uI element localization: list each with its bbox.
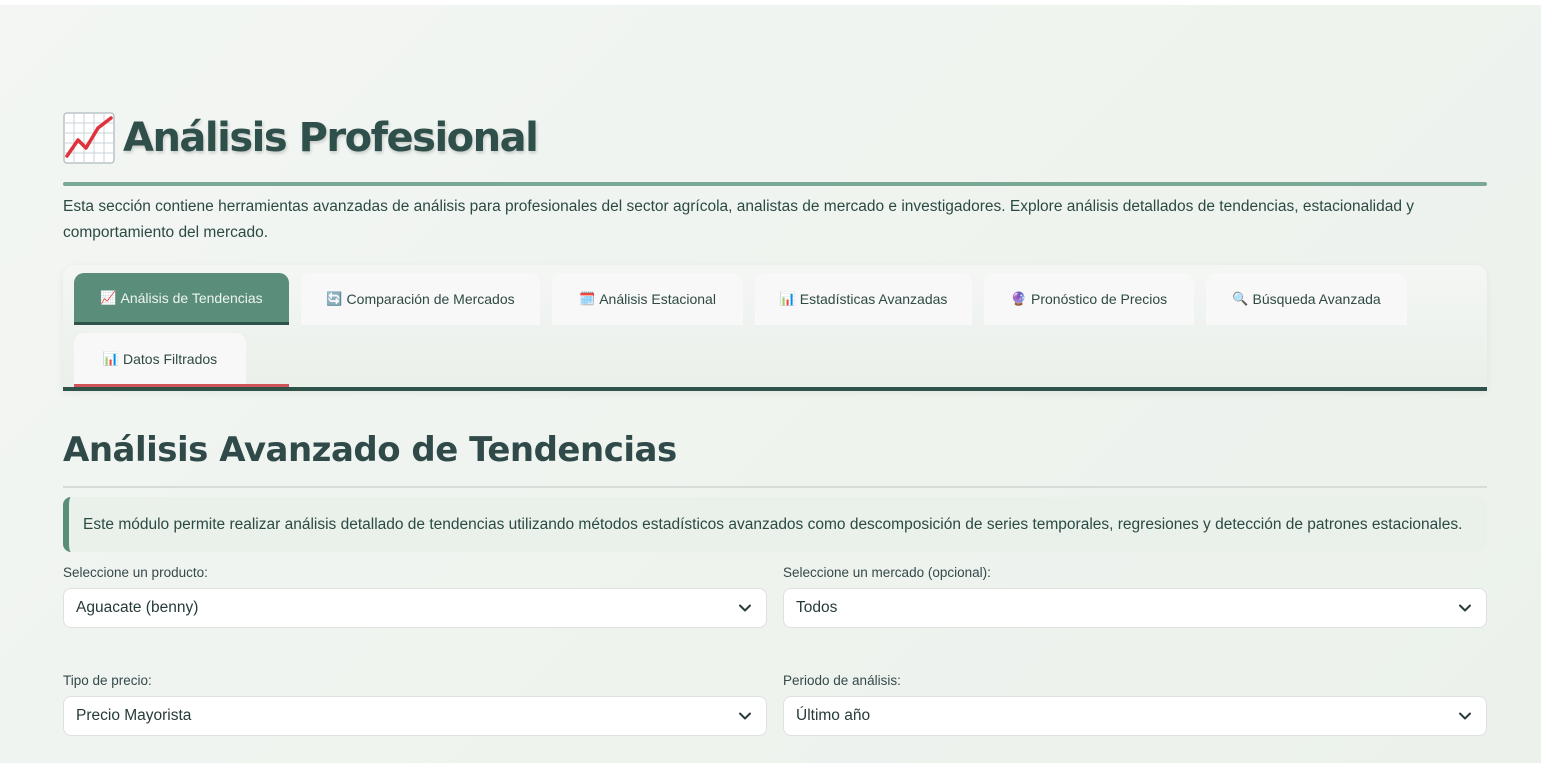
product-label: Seleccione un producto: xyxy=(63,565,208,580)
product-field: Seleccione un producto: Aguacate (benny) xyxy=(63,565,767,628)
section-title: Análisis Avanzado de Tendencias xyxy=(63,430,677,470)
tab-busqueda-avanzada[interactable]: 🔍 Búsqueda Avanzada xyxy=(1206,273,1407,325)
tab-pronostico-precios[interactable]: 🔮 Pronóstico de Precios xyxy=(984,273,1194,325)
chart-increasing-icon: 📈 xyxy=(100,289,117,305)
tab-label: Comparación de Mercados xyxy=(346,291,515,307)
tab-label: Análisis Estacional xyxy=(599,291,716,307)
bar-chart-icon: 📊 xyxy=(102,351,120,366)
market-field: Seleccione un mercado (opcional): Todos xyxy=(783,565,1487,628)
page-title: Análisis Profesional xyxy=(63,112,539,164)
bar-chart-icon: 📊 xyxy=(779,291,796,306)
tab-label: Datos Filtrados xyxy=(123,351,218,367)
page-title-text: Análisis Profesional xyxy=(123,115,539,161)
section-divider xyxy=(63,486,1487,488)
tab-label: Análisis de Tendencias xyxy=(120,289,263,306)
info-alert: Este módulo permite realizar análisis de… xyxy=(63,497,1487,552)
tab-analisis-estacional[interactable]: 🗓️ Análisis Estacional xyxy=(552,273,743,325)
price-type-select[interactable]: Precio Mayorista xyxy=(63,696,767,736)
market-select[interactable]: Todos xyxy=(783,588,1487,628)
tab-analisis-tendencias[interactable]: 📈 Análisis de Tendencias xyxy=(74,273,289,325)
tab-comparacion-mercados[interactable]: 🔄 Comparación de Mercados xyxy=(301,273,540,325)
info-text: Este módulo permite realizar análisis de… xyxy=(83,515,1463,533)
period-value: Último año xyxy=(796,707,871,724)
price-type-value: Precio Mayorista xyxy=(76,707,192,724)
chart-increasing-icon xyxy=(63,112,115,164)
period-select[interactable]: Último año xyxy=(783,696,1487,736)
chevron-down-icon xyxy=(1459,712,1471,720)
period-label: Periodo de análisis: xyxy=(783,673,901,688)
chevron-down-icon xyxy=(739,604,751,612)
price-type-label: Tipo de precio: xyxy=(63,673,152,688)
search-icon: 🔍 xyxy=(1232,291,1249,306)
chevron-down-icon xyxy=(739,712,751,720)
tab-label: Búsqueda Avanzada xyxy=(1252,291,1381,307)
tab-label: Estadísticas Avanzadas xyxy=(799,291,948,307)
tab-bar: 📈 Análisis de Tendencias 🔄 Comparación d… xyxy=(63,265,1487,391)
tab-label: Pronóstico de Precios xyxy=(1031,291,1168,307)
market-value: Todos xyxy=(796,599,838,616)
title-divider xyxy=(63,182,1487,186)
refresh-icon: 🔄 xyxy=(326,291,343,306)
intro-text: Esta sección contiene herramientas avanz… xyxy=(63,198,1415,241)
chevron-down-icon xyxy=(1459,604,1471,612)
crystal-ball-icon: 🔮 xyxy=(1010,291,1027,306)
product-value: Aguacate (benny) xyxy=(76,599,199,616)
market-label: Seleccione un mercado (opcional): xyxy=(783,565,991,580)
price-type-field: Tipo de precio: Precio Mayorista xyxy=(63,673,767,736)
period-field: Periodo de análisis: Último año xyxy=(783,673,1487,736)
tab-highlight-indicator xyxy=(74,384,289,387)
top-bar xyxy=(0,0,1541,5)
calendar-icon: 🗓️ xyxy=(579,291,596,306)
tab-estadisticas-avanzadas[interactable]: 📊 Estadísticas Avanzadas xyxy=(755,273,972,325)
product-select[interactable]: Aguacate (benny) xyxy=(63,588,767,628)
tab-datos-filtrados[interactable]: 📊 Datos Filtrados xyxy=(74,333,246,385)
